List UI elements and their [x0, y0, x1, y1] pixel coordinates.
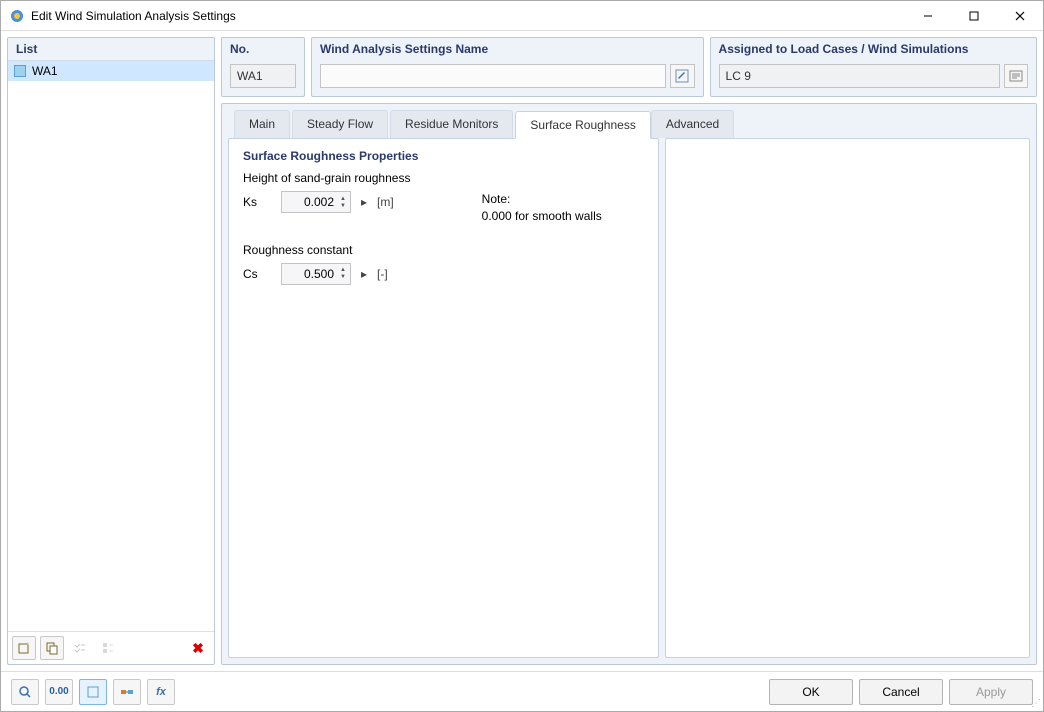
right-panel: No. Wind Analysis Settings Name — [221, 37, 1037, 665]
main-card: Main Steady Flow Residue Monitors Surfac… — [221, 103, 1037, 665]
note-label: Note: — [482, 191, 602, 208]
fx-button[interactable]: fx — [147, 679, 175, 705]
ok-button[interactable]: OK — [769, 679, 853, 705]
header-row: No. Wind Analysis Settings Name — [221, 37, 1037, 97]
maximize-button[interactable] — [951, 1, 997, 31]
search-button[interactable] — [11, 679, 39, 705]
tab-steady-flow[interactable]: Steady Flow — [292, 110, 388, 138]
dialog-body: List WA1 — [1, 31, 1043, 711]
link-button[interactable] — [113, 679, 141, 705]
cs-value: 0.500 — [304, 267, 334, 281]
window-title: Edit Wind Simulation Analysis Settings — [31, 9, 905, 23]
list-item-label: WA1 — [32, 64, 58, 78]
list-panel: List WA1 — [7, 37, 215, 665]
list-header: List — [8, 38, 214, 61]
titlebar: Edit Wind Simulation Analysis Settings — [1, 1, 1043, 31]
list-area[interactable]: WA1 — [8, 61, 214, 631]
dialog-window: Edit Wind Simulation Analysis Settings L… — [0, 0, 1044, 712]
tab-content: Surface Roughness Properties Height of s… — [222, 138, 1036, 664]
no-panel: No. — [221, 37, 305, 97]
assign-panel: Assigned to Load Cases / Wind Simulation… — [710, 37, 1037, 97]
cancel-button[interactable]: Cancel — [859, 679, 943, 705]
close-button[interactable] — [997, 1, 1043, 31]
tab-strip: Main Steady Flow Residue Monitors Surfac… — [222, 104, 1036, 138]
spinner-arrows-icon[interactable]: ▲▼ — [338, 265, 348, 283]
note-block: Note: 0.000 for smooth walls — [482, 191, 602, 225]
resize-grip-icon[interactable]: ⋰ — [1031, 698, 1041, 709]
decimal-button[interactable]: 0.00 — [45, 679, 73, 705]
tab-surface-roughness[interactable]: Surface Roughness — [515, 111, 650, 139]
checklist-button — [68, 636, 92, 660]
assign-header: Assigned to Load Cases / Wind Simulation… — [711, 38, 1036, 60]
section-title: Surface Roughness Properties — [243, 149, 644, 163]
cs-label: Cs — [243, 267, 275, 281]
tab-advanced[interactable]: Advanced — [651, 110, 734, 138]
name-field[interactable] — [320, 64, 666, 88]
ks-row: Ks 0.002 ▲▼ ▸ [m] — [243, 191, 394, 213]
ks-unit: [m] — [377, 195, 394, 209]
cs-row: Cs 0.500 ▲▼ ▸ [-] — [243, 263, 644, 285]
roughness-label: Roughness constant — [243, 243, 644, 257]
box-button[interactable] — [79, 679, 107, 705]
list-item-icon — [14, 65, 26, 77]
tab-residue-monitors[interactable]: Residue Monitors — [390, 110, 513, 138]
no-header: No. — [222, 38, 304, 60]
ks-value: 0.002 — [304, 195, 334, 209]
assign-details-button[interactable] — [1004, 64, 1028, 88]
cs-step-button[interactable]: ▸ — [357, 263, 371, 285]
content-right — [665, 138, 1030, 658]
ks-input[interactable]: 0.002 ▲▼ — [281, 191, 351, 213]
minimize-button[interactable] — [905, 1, 951, 31]
bottom-bar: 0.00 fx OK Cancel Apply — [1, 671, 1043, 711]
properties-button — [96, 636, 120, 660]
edit-name-button[interactable] — [670, 64, 694, 88]
content-left: Surface Roughness Properties Height of s… — [228, 138, 659, 658]
copy-button[interactable] — [40, 636, 64, 660]
tab-main[interactable]: Main — [234, 110, 290, 138]
assign-field[interactable] — [719, 64, 1001, 88]
ks-step-button[interactable]: ▸ — [357, 191, 371, 213]
apply-button[interactable]: Apply — [949, 679, 1033, 705]
cs-input[interactable]: 0.500 ▲▼ — [281, 263, 351, 285]
name-header: Wind Analysis Settings Name — [312, 38, 703, 60]
no-field[interactable] — [230, 64, 296, 88]
ks-label: Ks — [243, 195, 275, 209]
delete-button[interactable]: ✖ — [186, 636, 210, 660]
name-panel: Wind Analysis Settings Name — [311, 37, 704, 97]
app-icon — [9, 8, 25, 24]
cs-unit: [-] — [377, 267, 388, 281]
upper-area: List WA1 — [1, 31, 1043, 671]
new-button[interactable] — [12, 636, 36, 660]
list-toolbar: ✖ — [8, 631, 214, 664]
spinner-arrows-icon[interactable]: ▲▼ — [338, 193, 348, 211]
list-item[interactable]: WA1 — [8, 61, 214, 81]
height-label: Height of sand-grain roughness — [243, 171, 644, 185]
note-text: 0.000 for smooth walls — [482, 208, 602, 225]
